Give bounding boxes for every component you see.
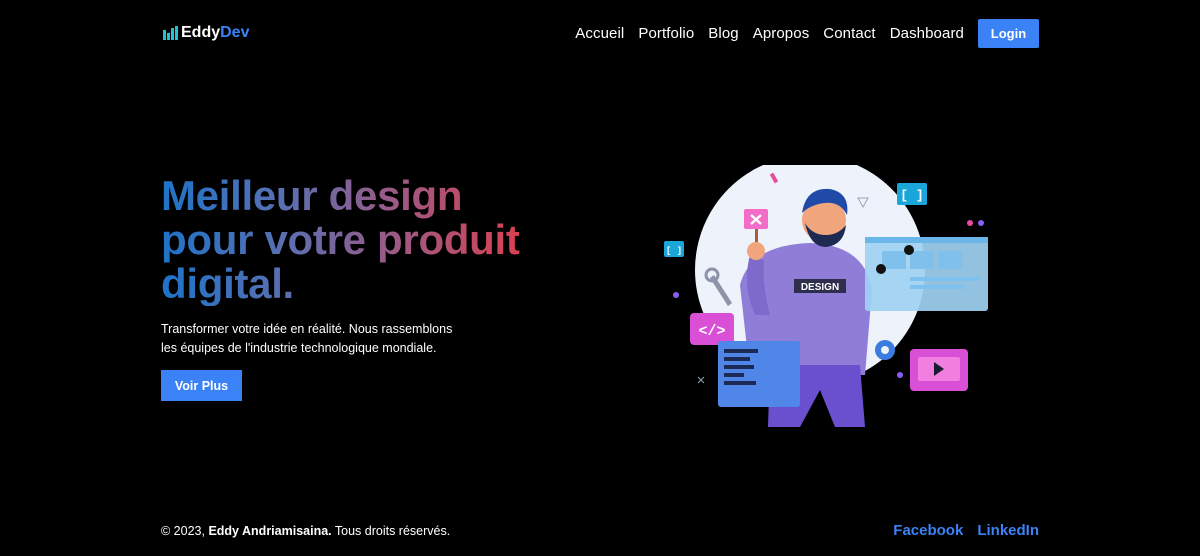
code-tag-text: </> — [698, 323, 725, 340]
design-panel — [865, 237, 988, 311]
confetti-dot — [967, 220, 973, 226]
copyright-prefix: © 2023, — [161, 524, 205, 538]
hero-title-line: pour votre produit — [161, 216, 520, 263]
confetti-cross — [697, 376, 705, 384]
footer: © 2023, Eddy Andriamisaina. Tous droits … — [161, 522, 1039, 544]
logo-text-accent: Dev — [220, 24, 250, 41]
hero-description-line: Transformer votre idée en réalité. Nous … — [161, 322, 453, 336]
logo-text-primary: Eddy — [181, 24, 221, 41]
nav-link-contact[interactable]: Contact — [823, 25, 875, 42]
confetti-dot — [897, 372, 903, 378]
confetti-dot — [673, 292, 679, 298]
copyright: © 2023, Eddy Andriamisaina. Tous droits … — [161, 524, 450, 538]
hero-description-line: les équipes de l'industrie technologique… — [161, 341, 437, 355]
bracket-tag-left-text: [ ] — [666, 246, 682, 256]
nav-link-dashboard[interactable]: Dashboard — [890, 25, 964, 42]
voir-plus-button[interactable]: Voir Plus — [161, 370, 242, 401]
navbar: Eddy Dev Accueil Portfolio Blog Apropos C… — [161, 18, 1039, 50]
nav-links: Accueil Portfolio Blog Apropos Contact D… — [561, 25, 964, 42]
linkedin-link[interactable]: LinkedIn — [977, 522, 1039, 539]
bracket-tag-top-text: [ ] — [900, 188, 923, 203]
hero-title-line: Meilleur design — [161, 172, 463, 219]
login-button[interactable]: Login — [978, 19, 1039, 48]
shirt-label: DESIGN — [801, 282, 839, 293]
nav-link-accueil[interactable]: Accueil — [575, 25, 624, 42]
designer-illustration: [ ] [ ] DESIGN </> — [664, 165, 988, 427]
logo[interactable]: Eddy Dev — [163, 24, 249, 42]
designer-hand — [747, 242, 765, 260]
bar-chart-icon — [163, 26, 178, 40]
confetti-dot — [978, 220, 984, 226]
nav-link-apropos[interactable]: Apropos — [753, 25, 810, 42]
facebook-link[interactable]: Facebook — [893, 522, 963, 539]
hero-title: Meilleur design pour votre produit digit… — [161, 174, 581, 306]
nav-link-portfolio[interactable]: Portfolio — [638, 25, 694, 42]
copyright-author: Eddy Andriamisaina. — [208, 524, 332, 538]
nav-link-blog[interactable]: Blog — [708, 25, 738, 42]
hero-title-line: digital. — [161, 260, 294, 307]
social-links: Facebook LinkedIn — [879, 522, 1039, 539]
hero-description: Transformer votre idée en réalité. Nous … — [161, 320, 491, 358]
copyright-rights: Tous droits réservés. — [334, 524, 451, 538]
